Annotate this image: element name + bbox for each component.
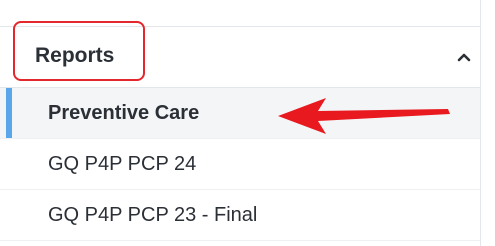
chevron-up-icon[interactable]	[457, 52, 471, 62]
list-item-label: GQ P4P PCP 23 - Final	[48, 204, 258, 226]
reports-panel: Reports Preventive Care GQ P4P PCP 24 GQ…	[0, 0, 495, 246]
annotation-arrow-icon	[278, 98, 450, 134]
list-item-label: Preventive Care	[48, 102, 200, 124]
panel-right-border	[480, 0, 481, 246]
list-item-label: GQ P4P PCP 24	[48, 153, 197, 175]
active-indicator	[6, 88, 12, 138]
list-item-gq-p4p-pcp-23-final[interactable]: GQ P4P PCP 23 - Final	[0, 190, 480, 241]
list-item-gq-p4p-pcp-24[interactable]: GQ P4P PCP 24	[0, 139, 480, 190]
reports-highlight-box	[13, 21, 145, 81]
